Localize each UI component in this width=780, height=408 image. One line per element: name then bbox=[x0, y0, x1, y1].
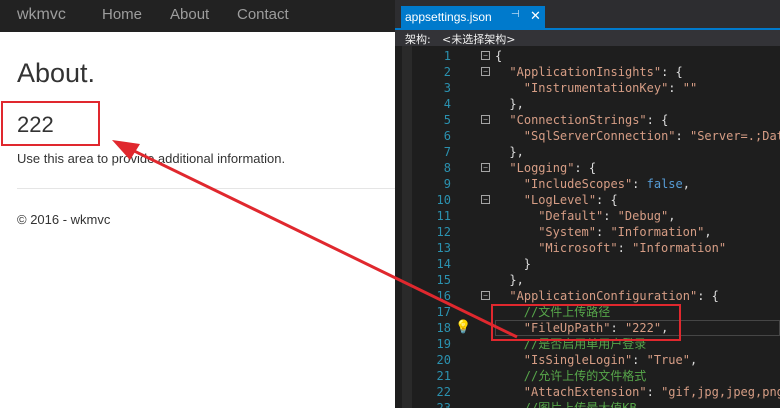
code-line[interactable]: 10 − "LogLevel": { bbox=[395, 192, 780, 208]
code-text: "ApplicationInsights": { bbox=[509, 65, 683, 79]
code-line[interactable]: 16 − "ApplicationConfiguration": { bbox=[395, 288, 780, 304]
code-text: "IsSingleLogin": "True", bbox=[523, 353, 698, 367]
line-number: 20 bbox=[436, 353, 451, 367]
tab-title: appsettings.json bbox=[405, 10, 492, 24]
schema-bar: 架构: <未选择架构> bbox=[395, 30, 780, 46]
line-number: 9 bbox=[443, 177, 451, 191]
code-line[interactable]: 15}, bbox=[395, 272, 780, 288]
code-line[interactable]: 1 −{ bbox=[395, 48, 780, 64]
collapse-icon[interactable]: − bbox=[481, 67, 490, 76]
code-text: "IncludeScopes": false, bbox=[523, 177, 690, 191]
line-number: 1 bbox=[443, 49, 451, 63]
code-text: } bbox=[523, 257, 532, 271]
code-text: "AttachExtension": "gif,jpg,jpeg,png, bbox=[523, 385, 780, 399]
code-text: }, bbox=[509, 97, 524, 111]
code-highlight-box bbox=[491, 304, 681, 341]
code-line[interactable]: 8 − "Logging": { bbox=[395, 160, 780, 176]
line-number: 18 bbox=[436, 321, 451, 335]
code-text: "Logging": { bbox=[509, 161, 597, 175]
browser-page: wkmvc Home About Contact About. 222 Use … bbox=[0, 0, 395, 408]
line-number: 22 bbox=[436, 385, 451, 399]
line-number: 5 bbox=[443, 113, 451, 127]
tab-strip: appsettings.json ⊣ ✕ bbox=[395, 0, 780, 30]
code-area[interactable]: 1−{2− "ApplicationInsights": {3 "Instrumen… bbox=[395, 46, 780, 408]
code-text: { bbox=[495, 49, 503, 63]
code-line[interactable]: 5 − "ConnectionStrings": { bbox=[395, 112, 780, 128]
tab-appsettings[interactable]: appsettings.json ⊣ ✕ bbox=[401, 6, 545, 28]
nav-home-link[interactable]: Home bbox=[102, 6, 142, 23]
brand-link[interactable]: wkmvc bbox=[17, 6, 66, 24]
code-line[interactable]: 4}, bbox=[395, 96, 780, 112]
collapse-icon[interactable]: − bbox=[481, 195, 490, 204]
collapse-icon[interactable]: − bbox=[481, 115, 490, 124]
divider bbox=[17, 188, 395, 189]
code-text: //图片上传最大值KB bbox=[523, 401, 637, 408]
page-title: About. bbox=[17, 58, 96, 88]
code-line[interactable]: 20 "IsSingleLogin": "True", bbox=[395, 352, 780, 368]
line-number: 7 bbox=[443, 145, 451, 159]
collapse-icon[interactable]: − bbox=[481, 163, 490, 172]
pin-icon[interactable]: ⊣ bbox=[511, 9, 520, 20]
value-highlight-box bbox=[1, 101, 100, 146]
code-line[interactable]: 13 "Microsoft": "Information" bbox=[395, 240, 780, 256]
code-line[interactable]: 2 − "ApplicationInsights": { bbox=[395, 64, 780, 80]
collapse-icon[interactable]: − bbox=[481, 291, 490, 300]
line-number: 21 bbox=[436, 369, 451, 383]
line-number: 3 bbox=[443, 81, 451, 95]
line-number: 23 bbox=[436, 401, 451, 408]
footer-text: © 2016 - wkmvc bbox=[17, 212, 111, 227]
code-line[interactable]: 23 //图片上传最大值KB bbox=[395, 400, 780, 408]
code-line[interactable]: 21 //允许上传的文件格式 bbox=[395, 368, 780, 384]
code-line[interactable]: 12 "System": "Information", bbox=[395, 224, 780, 240]
code-text: //允许上传的文件格式 bbox=[523, 369, 647, 383]
code-line[interactable]: 11 "Default": "Debug", bbox=[395, 208, 780, 224]
collapse-icon[interactable]: − bbox=[481, 51, 490, 60]
line-number: 19 bbox=[436, 337, 451, 351]
lightbulb-icon[interactable]: 💡 bbox=[455, 320, 471, 336]
schema-label: 架构: bbox=[405, 33, 431, 46]
line-number: 2 bbox=[443, 65, 451, 79]
navbar: wkmvc Home About Contact bbox=[0, 0, 395, 32]
line-number: 11 bbox=[436, 209, 451, 223]
line-number: 14 bbox=[436, 257, 451, 271]
code-editor: appsettings.json ⊣ ✕ 架构: <未选择架构> 1−{2− "A… bbox=[395, 0, 780, 408]
line-number: 10 bbox=[436, 193, 451, 207]
line-number: 16 bbox=[436, 289, 451, 303]
code-text: "InstrumentationKey": "" bbox=[523, 81, 698, 95]
code-line[interactable]: 3 "InstrumentationKey": "" bbox=[395, 80, 780, 96]
line-number: 13 bbox=[436, 241, 451, 255]
info-text: Use this area to provide additional info… bbox=[17, 151, 286, 166]
code-text: "Default": "Debug", bbox=[538, 209, 676, 223]
code-text: }, bbox=[509, 145, 524, 159]
code-text: "SqlServerConnection": "Server=.;Data bbox=[523, 129, 780, 143]
code-text: "LogLevel": { bbox=[523, 193, 618, 207]
code-text: "Microsoft": "Information" bbox=[538, 241, 727, 255]
code-line[interactable]: 7}, bbox=[395, 144, 780, 160]
nav-contact-link[interactable]: Contact bbox=[237, 6, 289, 23]
code-line[interactable]: 22 "AttachExtension": "gif,jpg,jpeg,png, bbox=[395, 384, 780, 400]
schema-dropdown[interactable]: <未选择架构> bbox=[442, 31, 515, 47]
close-icon[interactable]: ✕ bbox=[530, 8, 541, 24]
nav-about-link[interactable]: About bbox=[170, 6, 209, 23]
code-text: "System": "Information", bbox=[538, 225, 712, 239]
line-number: 8 bbox=[443, 161, 451, 175]
code-line[interactable]: 6 "SqlServerConnection": "Server=.;Data bbox=[395, 128, 780, 144]
line-number: 12 bbox=[436, 225, 451, 239]
line-number: 15 bbox=[436, 273, 451, 287]
code-text: "ApplicationConfiguration": { bbox=[509, 289, 719, 303]
code-line[interactable]: 14} bbox=[395, 256, 780, 272]
code-line[interactable]: 9 "IncludeScopes": false, bbox=[395, 176, 780, 192]
line-number: 6 bbox=[443, 129, 451, 143]
code-text: "ConnectionStrings": { bbox=[509, 113, 669, 127]
line-number: 17 bbox=[436, 305, 451, 319]
code-text: }, bbox=[509, 273, 524, 287]
line-number: 4 bbox=[443, 97, 451, 111]
